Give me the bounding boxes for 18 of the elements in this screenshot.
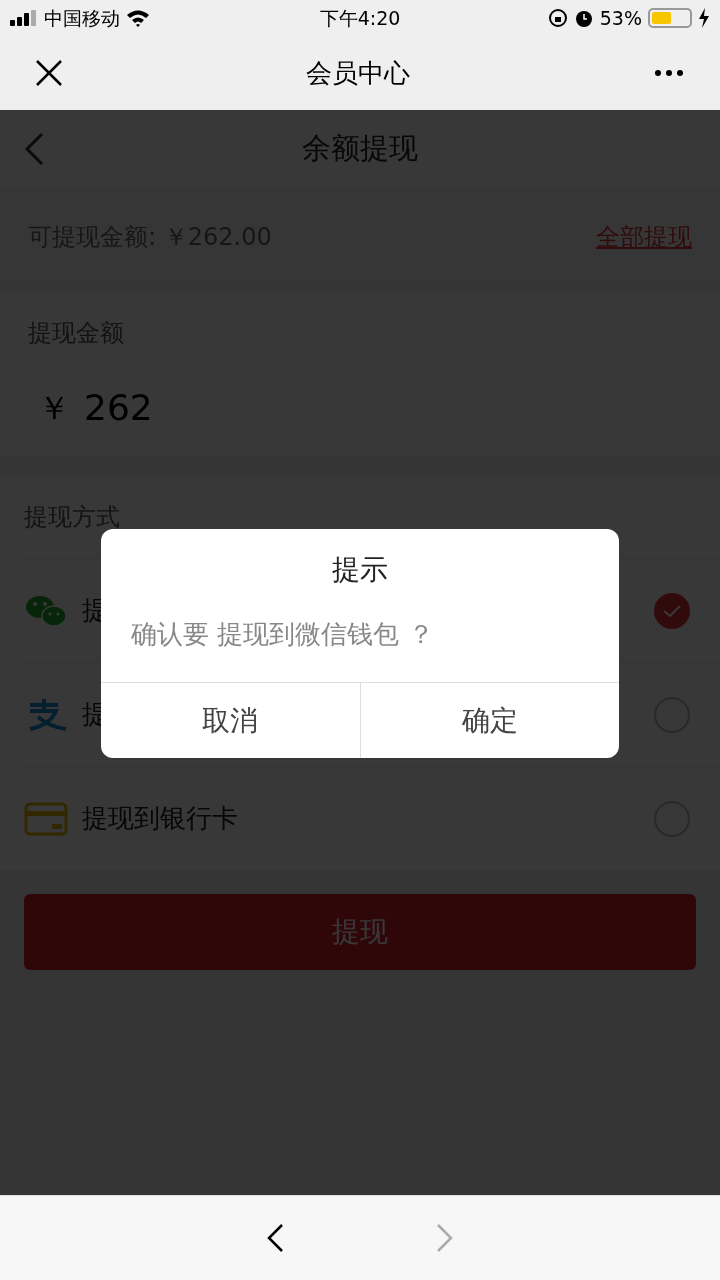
carrier-name: 中国移动 [44,5,120,31]
battery-icon [648,8,692,28]
close-icon [35,59,63,87]
alarm-icon [573,8,594,28]
chevron-left-icon [266,1223,284,1253]
nav-title: 会员中心 [305,56,411,90]
charging-bolt-icon [698,8,710,28]
dialog-button[interactable]: 取消 [101,683,360,758]
dialog-button[interactable]: 确定 [359,683,619,758]
close-button[interactable] [34,58,64,88]
battery-percent: 53% [599,5,642,31]
wifi-icon [126,9,150,27]
clock-time: 下午4:20 [318,5,402,31]
chevron-right-icon [436,1223,454,1253]
signal-icon [10,10,38,26]
dialog-message: 确认要 提现到微信钱包 ？ [130,618,435,651]
dialog-title: 提示 [331,552,389,588]
rotation-lock-icon [547,8,568,28]
